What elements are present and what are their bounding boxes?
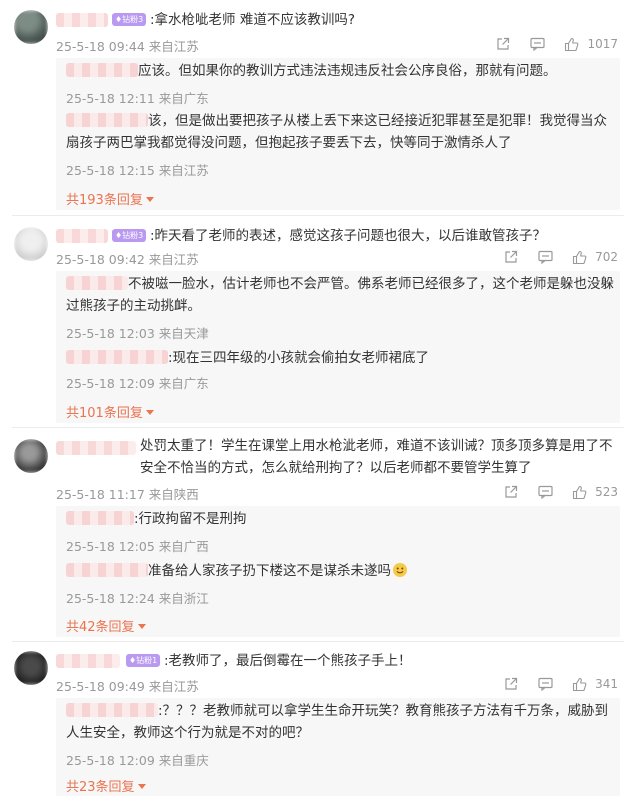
comment-icon[interactable] [535,247,555,267]
more-replies-link[interactable]: 共42条回复 [66,616,146,635]
username[interactable] [56,229,108,243]
reply-username[interactable] [66,350,168,364]
reply-meta: 25-5-18 12:03 来自天津 [66,326,209,341]
comment-item: ♦钻粉3 :昨天看了老师的表述，感觉这孩子问题也很大，以后谁敢管孩子？ 25-5… [0,215,624,425]
reply-meta: 25-5-18 12:24 来自浙江 [66,591,209,606]
more-replies-link[interactable]: 共23条回复 [66,776,146,795]
more-replies-label: 共42条回复 [66,620,135,635]
comment-meta: 25-5-18 09:49 来自江苏 [56,679,199,694]
share-icon[interactable] [501,674,521,694]
thumbs-up-icon[interactable] [569,247,589,267]
reply-meta: 25-5-18 12:09 来自广东 [66,376,209,391]
comment-item: 处罚太重了！学生在课堂上用水枪泚老师，难道不该训诫？顶多顶多算是用了不安全不恰当… [0,427,624,639]
avatar[interactable] [14,10,48,44]
caret-down-icon [145,410,154,415]
divider [12,427,624,428]
reply-meta: 25-5-18 12:09 来自重庆 [66,753,209,768]
like-count: 523 [595,485,618,499]
reply-text: :行政拘留不是刑拘 [134,511,247,527]
fan-badge: ♦钻粉3 [112,13,147,26]
more-replies-link[interactable]: 共101条回复 [66,402,154,421]
username[interactable] [56,654,120,668]
username[interactable] [56,13,108,27]
caret-down-icon [145,197,154,202]
reply-text: 准备给人家孩子扔下楼这不是谋杀未遂吗 [148,563,391,579]
comment-actions: 523 [487,482,618,502]
comment-text: :老教师了，最后倒霉在一个熊孩子手上！ [164,653,412,669]
comment-feed: ♦钻粉3 :拿水枪呲老师 难道不应该教训吗? 25-5-18 09:44 来自江… [0,0,624,799]
caret-down-icon [137,624,146,629]
reply-text: 该，但是做出要把孩子从楼上丢下来这已经接近犯罪甚至是犯罪！我觉得当众扇孩子两巴掌… [66,113,607,151]
comment-item: ♦钻粉1 :老教师了，最后倒霉在一个熊孩子手上！ 25-5-18 09:49 来… [0,641,624,799]
reply-meta: 25-5-18 12:11 来自广东 [66,91,209,106]
comment-actions: 1017 [479,34,618,54]
like-count: 341 [595,677,618,691]
reply-meta: 25-5-18 12:05 来自广西 [66,539,209,554]
more-replies-link[interactable]: 共193条回复 [66,189,154,208]
caret-down-icon [137,784,146,789]
reply-text: 不被嗞一脸水，估计老师也不会严管。佛系老师已经很多了，这个老师是躲也没躲过熊孩子… [66,276,614,314]
comment-text: :昨天看了老师的表述，感觉这孩子问题也很大，以后谁敢管孩子？ [150,228,547,244]
thumbs-up-icon[interactable] [569,674,589,694]
comment-actions: 702 [487,247,618,267]
reply-username[interactable] [66,63,138,77]
share-icon[interactable] [501,482,521,502]
reply-username[interactable] [66,563,148,577]
more-replies-label: 共23条回复 [66,780,135,795]
more-replies-label: 共101条回复 [66,406,143,421]
divider [12,215,624,216]
comment-meta: 25-5-18 09:42 来自江苏 [56,252,199,267]
reply-username[interactable] [66,113,148,127]
username[interactable] [56,441,136,455]
thumbs-up-icon[interactable] [561,34,581,54]
thumbs-up-icon[interactable] [569,482,589,502]
fan-badge: ♦钻粉3 [112,229,147,242]
avatar[interactable] [14,227,48,261]
reply-box: :？？？老教师就可以拿学生生命开玩笑？教育熊孩子方法有千万条，威胁到人生安全，教… [56,698,620,796]
like-count: 1017 [587,37,618,51]
reply-meta: 25-5-18 12:15 来自江苏 [66,163,209,178]
share-icon[interactable] [501,247,521,267]
reply-text: :现在三四年级的小孩就会偷拍女老师裙底了 [168,350,430,366]
reply-box: 应该。但如果你的教训方式违法违规违反社会公序良俗，那就有问题。 25-5-18 … [56,58,620,210]
comment-text: 处罚太重了！学生在课堂上用水枪泚老师，难道不该训诫？顶多顶多算是用了不安全不恰当… [140,438,613,476]
comment-actions: 341 [487,674,618,694]
comment-item: ♦钻粉3 :拿水枪呲老师 难道不应该教训吗? 25-5-18 09:44 来自江… [0,0,624,213]
comment-text: :拿水枪呲老师 难道不应该教训吗? [150,12,356,28]
comment-icon[interactable] [527,34,547,54]
reply-text: 应该。但如果你的教训方式违法违规违反社会公序良俗，那就有问题。 [138,63,557,79]
share-icon[interactable] [493,34,513,54]
avatar[interactable] [14,439,48,473]
reply-username[interactable] [66,511,134,525]
comment-icon[interactable] [535,482,555,502]
fan-badge: ♦钻粉1 [126,654,161,667]
like-count: 702 [595,250,618,264]
reply-username[interactable] [66,703,158,717]
reply-box: :行政拘留不是刑拘 25-5-18 12:05 来自广西 准备给人家孩子扔下楼这… [56,506,620,637]
more-replies-label: 共193条回复 [66,193,143,208]
comment-meta: 25-5-18 11:17 来自陕西 [56,487,199,502]
reply-box: 不被嗞一脸水，估计老师也不会严管。佛系老师已经很多了，这个老师是躲也没躲过熊孩子… [56,271,620,423]
divider [12,641,624,642]
reply-username[interactable] [66,276,128,290]
avatar[interactable] [14,651,48,685]
smile-emoji-icon [393,563,407,577]
comment-icon[interactable] [535,674,555,694]
comment-meta: 25-5-18 09:44 来自江苏 [56,39,199,54]
